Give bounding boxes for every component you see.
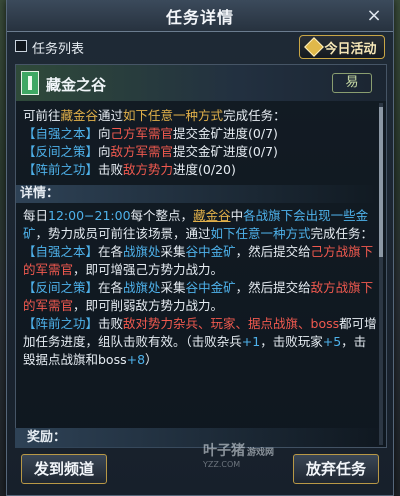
today-activity-button[interactable]: 今日活动 <box>299 35 385 59</box>
quest-name: 藏金之谷 <box>46 76 107 94</box>
objective-line: 【自强之本】向己方军需官提交金矿进度(0/7) <box>23 126 278 141</box>
details-paragraph: 【阵前之功】击败敌对势力杂兵、玩家、据点战旗、boss都可增加任务进度，组队击败… <box>23 316 377 367</box>
window-title: 任务详情 <box>165 7 234 27</box>
today-activity-label: 今日活动 <box>324 41 377 57</box>
task-list-checkbox[interactable] <box>15 40 27 52</box>
reward-heading: 奖励： <box>15 428 387 448</box>
close-icon[interactable]: × <box>363 5 385 27</box>
send-to-channel-button[interactable]: 发到频道 <box>21 454 107 484</box>
quest-scroll-icon <box>21 71 39 95</box>
objective-place-link[interactable]: 藏金谷 <box>61 108 99 123</box>
objective-line: 【反间之策】向敌方军需官提交金矿进度(0/7) <box>23 144 278 159</box>
objective-line: 【阵前之功】击败敌方势力进度(0/20) <box>23 162 236 177</box>
details-place-link[interactable]: 藏金谷 <box>193 208 231 223</box>
quest-header: 藏金之谷 易 <box>16 65 386 101</box>
quest-text: 可前往藏金谷通过如下任意一种方式完成任务： 【自强之本】向己方军需官提交金矿进度… <box>16 107 378 447</box>
scrollbar[interactable] <box>379 103 383 445</box>
objective-intro: 可前往藏金谷通过如下任意一种方式完成任务： <box>23 108 286 123</box>
quest-content: 藏金之谷 易 可前往藏金谷通过如下任意一种方式完成任务： 【自强之本】向己方军需… <box>15 64 387 448</box>
details-heading: 详情： <box>16 185 378 203</box>
task-detail-window: 任务详情 × 任务列表 今日活动 藏金之谷 易 可前往藏金谷通过如下任意一种方式… <box>6 0 394 496</box>
details-paragraph: 【反间之策】在各战旗处采集谷中金矿，然后提交给敌方战旗下的军需官，即可削弱敌方势… <box>23 280 374 313</box>
diamond-icon <box>304 37 325 57</box>
details-paragraph: 每日12:00−21:00每个整点，藏金谷中各战旗下会出现一些金矿，势力成员可前… <box>23 208 374 241</box>
scroll-thumb[interactable] <box>379 107 383 257</box>
toolbar: 任务列表 今日活动 <box>7 33 393 61</box>
abandon-task-button[interactable]: 放弃任务 <box>293 454 379 484</box>
details-paragraph: 【自强之本】在各战旗处采集谷中金矿，然后提交给己方战旗下的军需官，即可增强己方势… <box>23 244 374 277</box>
task-list-label[interactable]: 任务列表 <box>32 38 84 57</box>
title-bar: 任务详情 × <box>7 0 393 32</box>
difficulty-badge: 易 <box>332 73 372 93</box>
